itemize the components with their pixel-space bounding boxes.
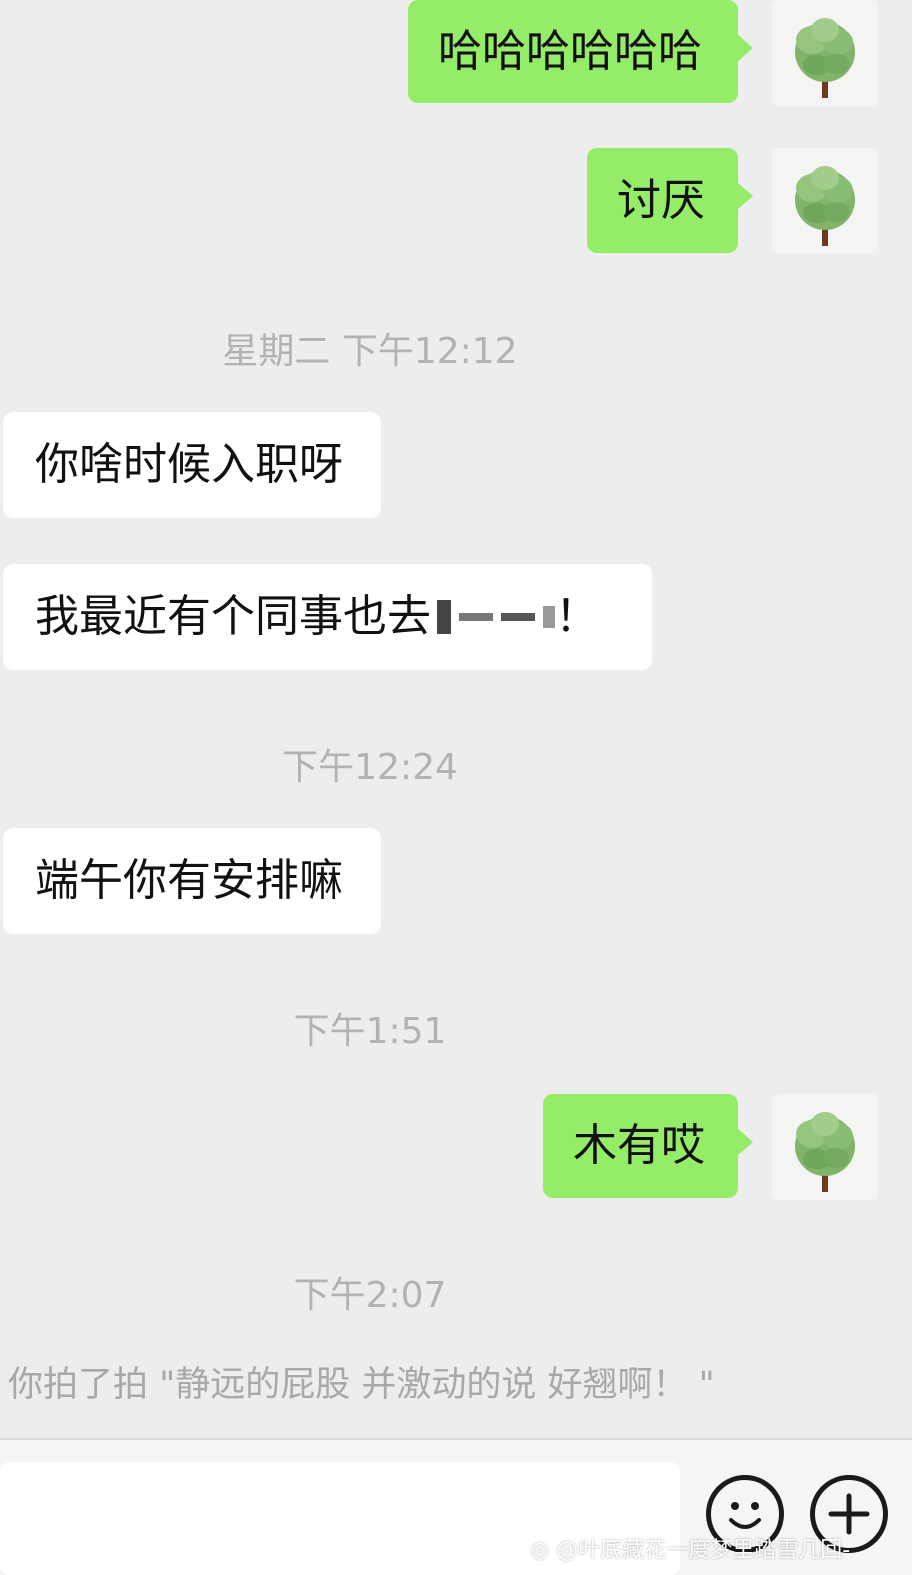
message-text: 端午你有安排嘛	[35, 855, 343, 906]
message-text-tail: ！	[555, 591, 599, 642]
timestamp: 下午12:24	[282, 747, 458, 788]
timestamp: 下午1:51	[293, 1011, 447, 1052]
message-text: 你啥时候入职呀	[35, 439, 343, 490]
tree-avatar-icon[interactable]	[772, 1094, 878, 1200]
weibo-watermark: ◎ @叶底藏花一度梦里踏雪几回-	[530, 1532, 850, 1564]
message-text: 哈哈哈哈哈哈	[438, 25, 702, 77]
message-bubble-received[interactable]: 我最近有个同事也去 ！	[3, 564, 652, 670]
message-text: 木有哎	[573, 1120, 705, 1171]
message-bubble-received[interactable]: 端午你有安排嘛	[3, 828, 381, 934]
tree-avatar-icon[interactable]	[772, 0, 878, 106]
message-bubble-sent[interactable]: 木有哎	[543, 1094, 753, 1198]
message-text: 我最近有个同事也去	[35, 591, 431, 642]
message-text: 讨厌	[617, 174, 705, 226]
message-bubble-received[interactable]: 你啥时候入职呀	[3, 412, 381, 518]
message-bubble-sent[interactable]: 讨厌	[587, 148, 753, 253]
censored-mosaic	[437, 600, 555, 634]
message-bubble-sent[interactable]: 哈哈哈哈哈哈	[408, 0, 753, 103]
timestamp: 下午2:07	[293, 1275, 447, 1316]
tree-avatar-icon[interactable]	[772, 148, 878, 254]
pat-system-note: 你拍了拍 "静远的屁股 并激动的说 好翘啊！ "	[8, 1365, 715, 1405]
watermark-text: @叶底藏花一度梦里踏雪几回-	[556, 1538, 851, 1563]
timestamp: 星期二 下午12:12	[222, 331, 518, 372]
weibo-icon: ◎	[530, 1538, 550, 1563]
